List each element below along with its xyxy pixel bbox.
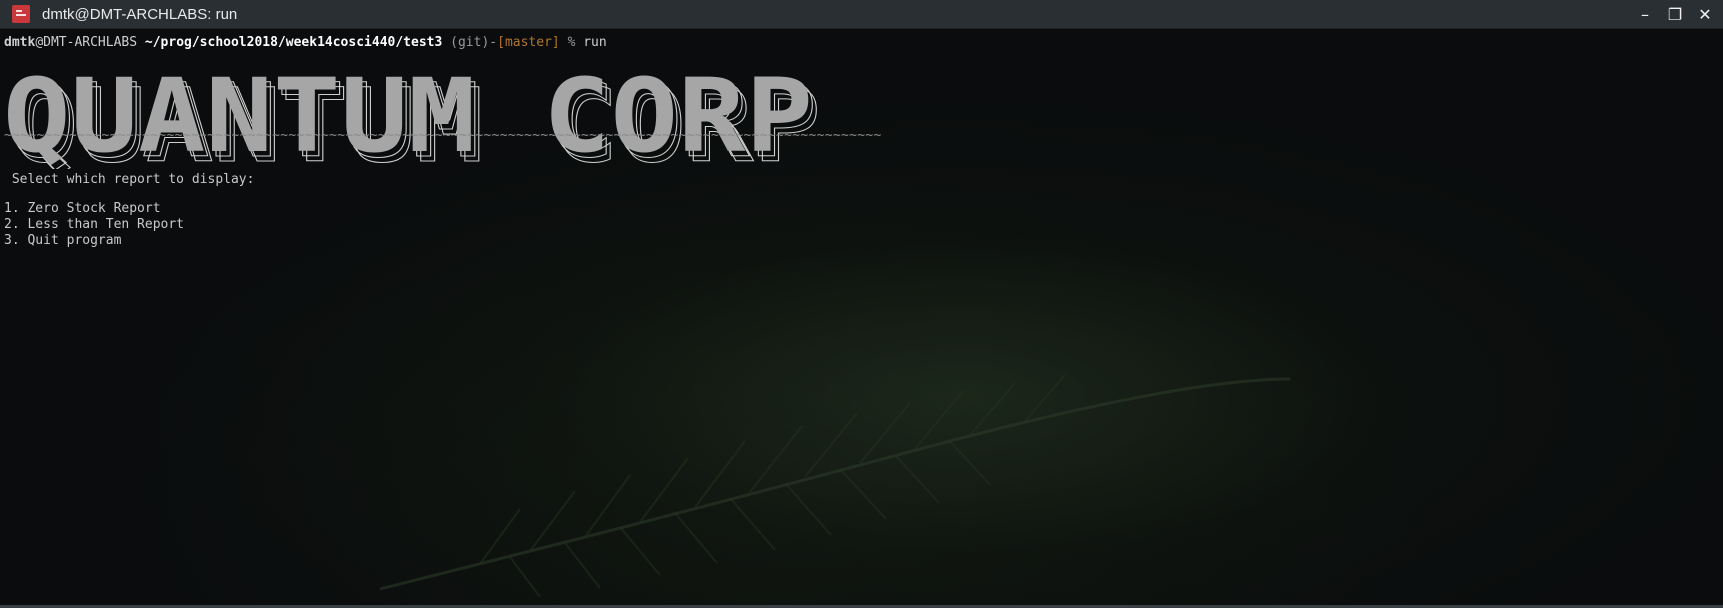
prompt-at: @ — [35, 35, 44, 50]
prompt-command: run — [583, 35, 607, 50]
shell-prompt-line: dmtk@DMT-ARCHLABS ~/prog/school2018/week… — [4, 35, 607, 51]
close-icon[interactable]: ✕ — [1693, 2, 1717, 26]
menu-option: 2. Less than Ten Report — [4, 217, 185, 232]
banner-underline: ~~~~~~~~~~~~~~~~~~~~~~~~~~~~~~~~~~~~~~~~… — [4, 128, 882, 143]
title-bar[interactable]: dmtk@DMT-ARCHLABS: run – ❐ ✕ — [0, 0, 1723, 29]
prompt-branch: master — [504, 35, 552, 50]
prompt-dash: - — [489, 35, 498, 50]
prompt-git-open: ( — [450, 35, 458, 50]
fern-background-image — [379, 374, 1291, 598]
prompt-git: git — [457, 35, 482, 50]
menu-option: 1. Zero Stock Report — [4, 201, 161, 216]
maximize-icon[interactable]: ❐ — [1663, 2, 1687, 26]
terminal-window: dmtk@DMT-ARCHLABS: run – ❐ ✕ dmtk@DMT-AR… — [0, 0, 1723, 608]
prompt-branch-close: ] — [551, 35, 560, 50]
minimize-icon[interactable]: – — [1633, 2, 1657, 26]
banner-title: QUANTUM CORP — [3, 69, 813, 169]
terminal-app-icon — [12, 5, 30, 23]
menu-option: 3. Quit program — [4, 233, 122, 248]
window-controls: – ❐ ✕ — [1633, 0, 1717, 28]
window-title: dmtk@DMT-ARCHLABS: run — [42, 5, 238, 23]
prompt-path: ~/prog/school2018/week14cosci440/test3 — [144, 35, 443, 50]
terminal-output[interactable]: dmtk@DMT-ARCHLABS ~/prog/school2018/week… — [0, 29, 1723, 605]
quantum-corp-banner: QUANTUM CORP QUANTUM CORP QUANTUM CORP — [3, 69, 822, 169]
prompt-user: dmtk — [4, 35, 36, 50]
prompt-symbol: % — [567, 35, 576, 50]
menu-prompt: Select which report to display: — [4, 172, 255, 187]
prompt-branch-open: [ — [497, 35, 505, 50]
prompt-host: DMT-ARCHLABS — [43, 35, 138, 50]
